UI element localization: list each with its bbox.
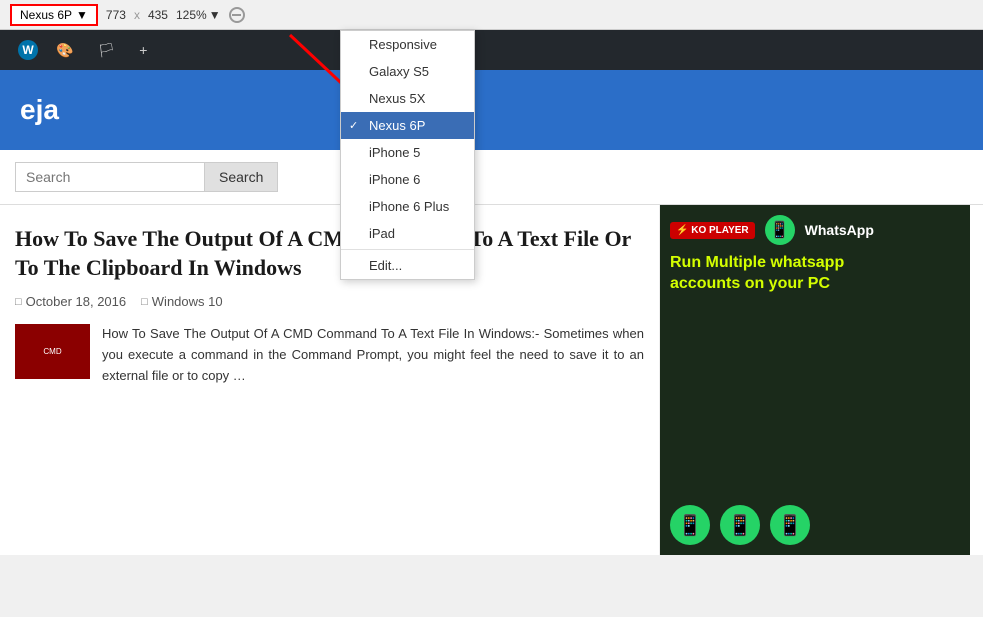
whatsapp-icon: 📱 [770, 220, 790, 240]
whatsapp-icon-1: 📱 [670, 505, 710, 545]
dropdown-item-iphone-6[interactable]: iPhone 6 [341, 166, 474, 193]
article-title: How To Save The Output Of A CMD Command … [15, 225, 644, 282]
article-meta: □ October 18, 2016 □ Windows 10 [15, 294, 644, 309]
dropdown-item-nexus-5x[interactable]: Nexus 5X [341, 85, 474, 112]
category-icon: □ [141, 296, 148, 308]
nexus-5x-label: Nexus 5X [369, 91, 425, 106]
article-area: How To Save The Output Of A CMD Command … [0, 205, 660, 555]
cross-separator: x [134, 8, 140, 22]
whatsapp-brand: WhatsApp [805, 222, 874, 238]
height-value: 435 [148, 8, 168, 22]
wp-admin-bar: W 🎨 🏳 + [0, 30, 983, 70]
nexus-6p-label: Nexus 6P [369, 118, 425, 133]
ko-player-text: ⚡ KO PLAYER [676, 225, 749, 236]
article-excerpt: How To Save The Output Of A CMD Command … [102, 324, 644, 386]
zoom-arrow-icon: ▼ [209, 8, 221, 22]
sidebar-ad-area: ⚡ KO PLAYER 📱 WhatsApp Run Multiple what… [660, 205, 970, 555]
edit-label: Edit... [369, 258, 402, 273]
device-selector-button[interactable]: Nexus 6P ▼ [10, 4, 98, 26]
search-input[interactable] [15, 162, 205, 192]
zoom-level: 125% ▼ [176, 8, 221, 22]
customize-icon: 🎨 [56, 42, 73, 59]
plus-icon: + [139, 42, 147, 58]
width-value: 773 [106, 8, 126, 22]
galaxy-s5-label: Galaxy S5 [369, 64, 429, 79]
dropdown-item-ipad[interactable]: iPad [341, 220, 474, 247]
wp-logo-button[interactable]: W [10, 32, 46, 68]
wordpress-logo: W [18, 40, 38, 60]
ko-player-logo: ⚡ KO PLAYER [670, 222, 755, 239]
ipad-label: iPad [369, 226, 395, 241]
calendar-icon: □ [15, 296, 22, 308]
device-dropdown-menu: Responsive Galaxy S5 Nexus 5X ✓ Nexus 6P… [340, 30, 475, 280]
dropdown-arrow-icon: ▼ [76, 8, 88, 22]
ad-whatsapp-icons: 📱 📱 📱 [670, 495, 960, 545]
article-body: CMD How To Save The Output Of A CMD Comm… [15, 324, 644, 386]
whatsapp-icon-2: 📱 [720, 505, 760, 545]
admin-new-button[interactable]: + [129, 32, 161, 68]
site-title: eja [20, 94, 59, 126]
admin-customize-button[interactable]: 🎨 [46, 32, 87, 68]
feedback-icon: 🏳 [97, 42, 115, 59]
dropdown-item-responsive[interactable]: Responsive [341, 31, 474, 58]
dropdown-item-iphone-5[interactable]: iPhone 5 [341, 139, 474, 166]
iphone-6-label: iPhone 6 [369, 172, 420, 187]
admin-feedback-button[interactable]: 🏳 [87, 32, 129, 68]
site-header: eja [0, 70, 983, 150]
ad-header: ⚡ KO PLAYER 📱 WhatsApp [670, 215, 960, 245]
search-bar: Search [0, 150, 983, 205]
search-button[interactable]: Search [205, 162, 278, 192]
dropdown-item-nexus-6p[interactable]: ✓ Nexus 6P [341, 112, 474, 139]
whatsapp-icon-3: 📱 [770, 505, 810, 545]
article-date: □ October 18, 2016 [15, 294, 126, 309]
dropdown-item-galaxy-s5[interactable]: Galaxy S5 [341, 58, 474, 85]
article-category: □ Windows 10 [141, 294, 222, 309]
top-toolbar: Nexus 6P ▼ 773 x 435 125% ▼ [0, 0, 983, 30]
dropdown-item-iphone-6-plus[interactable]: iPhone 6 Plus [341, 193, 474, 220]
main-content: How To Save The Output Of A CMD Command … [0, 205, 983, 555]
article-thumbnail: CMD [15, 324, 90, 379]
iphone-6-plus-label: iPhone 6 Plus [369, 199, 449, 214]
iphone-5-label: iPhone 5 [369, 145, 420, 160]
dropdown-divider [341, 249, 474, 250]
no-entry-icon [229, 7, 245, 23]
device-label: Nexus 6P [20, 8, 72, 22]
ad-text: Run Multiple whatsapp accounts on your P… [670, 253, 960, 295]
whatsapp-logo: 📱 [765, 215, 795, 245]
responsive-label: Responsive [369, 37, 437, 52]
thumb-text: CMD [43, 347, 61, 356]
dropdown-item-edit[interactable]: Edit... [341, 252, 474, 279]
check-icon: ✓ [349, 119, 358, 132]
